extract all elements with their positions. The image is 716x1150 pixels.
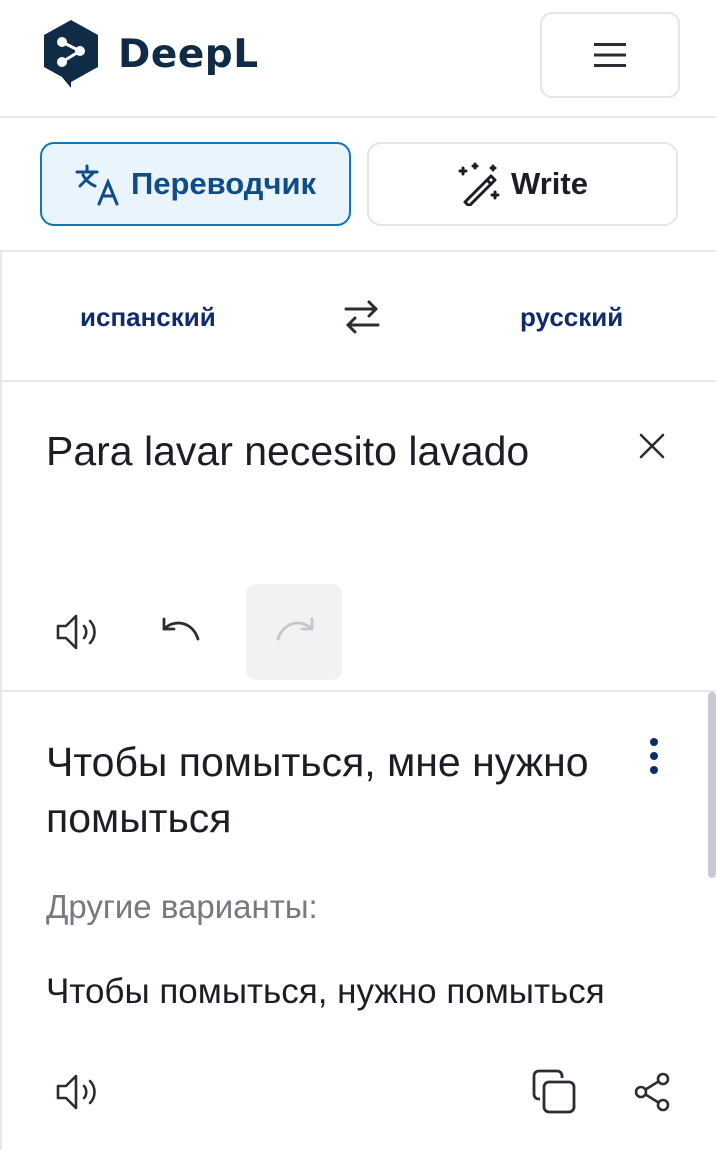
speaker-icon	[56, 1074, 96, 1110]
redo-icon	[276, 617, 314, 641]
mode-tabs: Переводчик Write	[0, 118, 716, 252]
source-panel: Para lavar necesito lavado	[0, 382, 716, 692]
more-vertical-icon	[650, 738, 658, 774]
speaker-icon	[56, 614, 96, 650]
tab-translator-label: Переводчик	[130, 166, 317, 201]
clear-source-button[interactable]	[630, 424, 674, 468]
copy-icon	[532, 1069, 576, 1114]
redo-button[interactable]	[246, 584, 342, 680]
share-translation-button[interactable]	[622, 1062, 682, 1122]
source-text-input[interactable]: Para lavar necesito lavado	[46, 428, 529, 475]
share-icon	[634, 1072, 670, 1112]
app-header: DeepL	[0, 0, 716, 118]
more-options-button[interactable]	[628, 732, 680, 782]
listen-source-button[interactable]	[30, 584, 126, 680]
listen-translation-button[interactable]	[48, 1062, 108, 1122]
copy-translation-button[interactable]	[524, 1062, 584, 1122]
translation-text: Чтобы помыться, мне нужно помыться	[46, 739, 589, 841]
target-language-selector[interactable]: русский	[520, 302, 623, 333]
undo-icon	[162, 617, 200, 641]
translate-icon	[75, 162, 121, 206]
hamburger-menu-icon	[594, 43, 626, 67]
close-icon	[639, 433, 665, 459]
scrollbar[interactable]	[708, 692, 716, 878]
alternatives-label: Другие варианты:	[46, 888, 318, 925]
magic-pen-icon	[457, 162, 501, 206]
swap-arrows-icon	[344, 300, 380, 334]
tab-write[interactable]: Write	[367, 142, 678, 226]
deepl-logo-icon	[44, 20, 98, 88]
tab-write-label: Write	[511, 166, 588, 201]
deepl-logo[interactable]: DeepL	[40, 18, 259, 90]
translation-panel: Чтобы помыться, мне нужно помыться Други…	[0, 692, 716, 1150]
tab-translator[interactable]: Переводчик	[40, 142, 351, 226]
swap-languages-button[interactable]	[338, 292, 386, 342]
brand-name: DeepL	[118, 31, 259, 77]
menu-button[interactable]	[540, 12, 680, 98]
language-bar: испанский русский	[0, 252, 716, 382]
alternative-translation-item[interactable]: Чтобы помыться, нужно помыться	[46, 972, 605, 1012]
source-language-selector[interactable]: испанский	[80, 302, 216, 333]
undo-button[interactable]	[134, 584, 230, 680]
